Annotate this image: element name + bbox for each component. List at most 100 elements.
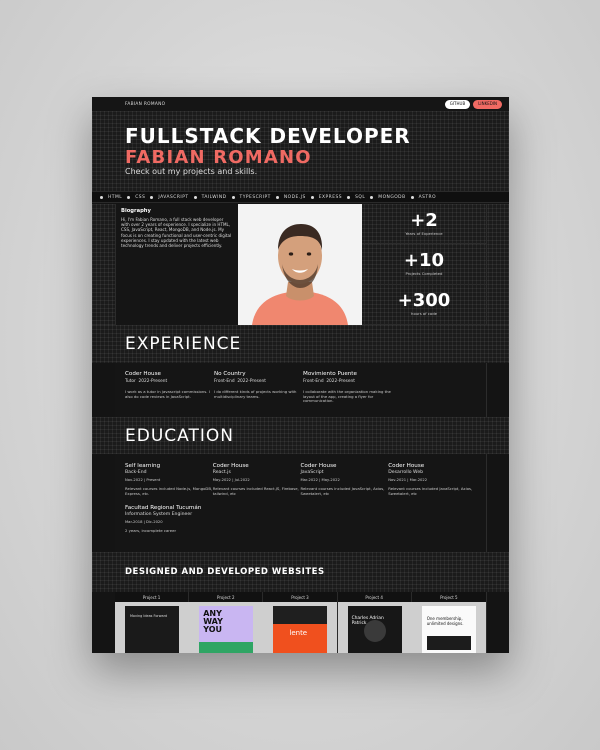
bullet-icon	[150, 195, 154, 199]
portfolio-page: FABIAN ROMANO GITHUB LINKEDIN FULLSTACK …	[92, 97, 509, 653]
period-text: 2022-Present	[237, 379, 266, 384]
education-related: Relevant courses included React.JS, Fire…	[212, 486, 299, 496]
education-school: Coder House	[212, 463, 249, 469]
tech-item: EXPRESS	[318, 194, 343, 200]
github-button[interactable]: GITHUB	[444, 99, 471, 109]
thumb-text: lente	[289, 629, 308, 637]
stat-value: +2	[410, 209, 438, 231]
experience-description: I work as a tutor in javascript commissi…	[125, 389, 210, 399]
education-item: Coder House JavaScript Mar-2022 | May-2022…	[301, 463, 389, 497]
thumb-text: ANY WAY YOU	[203, 609, 223, 634]
experience-item: No Country Front-End 2022-Present I do dif…	[214, 371, 303, 409]
project-card[interactable]: Project 2 ANY WAY YOU	[189, 592, 264, 653]
project-thumbnail[interactable]: lente	[263, 602, 338, 653]
bullet-icon	[275, 195, 279, 199]
linkedin-button[interactable]: LINKEDIN	[473, 99, 502, 109]
project-thumbnail[interactable]: Charles Adrian Patrick	[337, 602, 412, 653]
biography-heading: Biography	[121, 208, 151, 214]
bullet-icon	[410, 195, 414, 199]
project-label: Project 1	[142, 594, 161, 600]
bullet-icon	[310, 195, 314, 199]
education-dates: May-2022 | Jul-2022	[212, 478, 250, 483]
thumb-text: Moving Ideas Forward	[130, 614, 168, 618]
experience-company: Movimiento Puente	[303, 371, 357, 377]
projects-gallery: Project 1 Moving Ideas Forward Project 2 AN…	[115, 592, 486, 653]
experience-description: I do different kinds of projects working…	[214, 389, 297, 399]
project-thumbnail[interactable]: One membership, unlimited designs.	[411, 602, 486, 653]
hero-section: FULLSTACK DEVELOPER FABIAN ROMANO Check …	[92, 111, 509, 191]
stats-panel: +2 Years of Experience +10 Projects Complet…	[362, 204, 486, 325]
tech-item: TAILWIND	[201, 194, 227, 200]
experience-role: Front-End 2022-Present	[303, 379, 392, 384]
project-thumbnail[interactable]: Moving Ideas Forward	[115, 602, 189, 653]
experience-title: EXPERIENCE	[125, 334, 242, 354]
experience-company: Coder House	[125, 371, 161, 377]
bullet-icon	[347, 195, 351, 199]
brand-name[interactable]: FABIAN ROMANO	[125, 102, 165, 107]
experience-list: Coder House Tutor 2022-Present I work as a…	[115, 363, 486, 417]
tech-item: TYPESCRIPT	[239, 194, 271, 200]
stat-card: +300 hours of code	[362, 285, 486, 325]
education-item: Facultad Regional Tucumán Information Sys…	[125, 505, 214, 534]
projects-title: DESIGNED AND DEVELOPED WEBSITES	[125, 567, 325, 577]
experience-company: No Country	[214, 371, 246, 377]
top-navbar: FABIAN ROMANO GITHUB LINKEDIN	[92, 97, 509, 111]
stat-card: +2 Years of Experience	[362, 204, 486, 245]
role-text: Tutor	[125, 379, 136, 384]
education-school: Self learning	[125, 463, 161, 469]
tech-ticker: HTML CSS JAVASCRIPT TAILWIND TYPESCRIPT NODE.…	[92, 191, 509, 203]
education-degree: Back-End	[125, 470, 147, 476]
stat-value: +10	[403, 249, 445, 271]
stat-label: hours of code	[411, 311, 437, 317]
tech-item: NODE.JS	[283, 194, 306, 200]
education-dates: Mar-2018 | Dic-2020	[125, 520, 163, 524]
project-card[interactable]: Project 1 Moving Ideas Forward	[115, 592, 190, 653]
education-item: Self learning Back-End Nov-2022 | Present R…	[125, 463, 213, 497]
period-text: 2022-Present	[138, 379, 168, 384]
bullet-icon	[127, 195, 131, 199]
period-text: 2022-Present	[326, 379, 355, 384]
education-school: Coder House	[388, 463, 425, 469]
project-thumbnail[interactable]: ANY WAY YOU	[189, 602, 264, 653]
bullet-icon	[100, 195, 103, 199]
tech-item: SQL	[355, 194, 366, 200]
tech-item: MONGODB	[378, 194, 406, 200]
role-text: Front-End	[303, 379, 324, 384]
education-degree: Desarrollo Web	[388, 470, 424, 476]
biography-text: Hi, I'm Fabian Romano, a full stack web …	[121, 217, 232, 249]
education-degree: JavaScript	[300, 470, 324, 476]
project-card[interactable]: Project 5 One membership, unlimited desig…	[411, 592, 486, 653]
project-card[interactable]: Project 3 lente	[263, 592, 338, 653]
education-list: Self learning Back-End Nov-2022 | Present R…	[115, 454, 486, 552]
bullet-icon	[370, 195, 374, 199]
tech-item: JAVASCRIPT	[158, 194, 189, 200]
hero-name: FABIAN ROMANO	[125, 147, 312, 168]
experience-role: Front-End 2022-Present	[214, 379, 303, 384]
tech-item: ASTRO	[418, 194, 437, 200]
project-label: Project 2	[217, 594, 235, 600]
education-dates: Nov-2021 | Mar-2022	[388, 478, 428, 483]
education-related: Relevant courses included JavaScript, Ax…	[388, 486, 473, 496]
experience-item: Movimiento Puente Front-End 2022-Present I…	[303, 371, 392, 409]
project-label: Project 5	[440, 594, 458, 600]
experience-item: Coder House Tutor 2022-Present I work as a…	[125, 371, 214, 409]
education-related: 2 years, incomplete career	[125, 528, 177, 533]
education-degree: React.js	[212, 470, 231, 476]
stat-label: Projects Completed	[405, 270, 443, 276]
education-item: Coder House Desarrollo Web Nov-2021 | Mar-…	[388, 463, 476, 497]
hero-subtitle: Check out my projects and skills.	[125, 167, 258, 176]
thumb-text: One membership, unlimited designs.	[426, 616, 464, 626]
project-label: Project 3	[291, 594, 309, 600]
stat-card: +10 Projects Completed	[362, 244, 486, 285]
project-card[interactable]: Project 4 Charles Adrian Patrick	[337, 592, 412, 653]
education-school: Facultad Regional Tucumán	[125, 504, 202, 511]
experience-description: I collaborate with the organization maki…	[303, 389, 391, 404]
tech-item: CSS	[135, 194, 146, 200]
education-title: EDUCATION	[125, 425, 234, 446]
education-item: Coder House React.js May-2022 | Jul-2022 Re…	[213, 463, 301, 497]
biography-block: Biography Hi, I'm Fabian Romano, a full …	[115, 204, 238, 325]
education-related: Relevant courses included Node.js, Mongo…	[125, 486, 213, 496]
bullet-icon	[193, 195, 197, 199]
tech-item: HTML	[108, 194, 123, 200]
hero-title: FULLSTACK DEVELOPER	[125, 124, 411, 148]
